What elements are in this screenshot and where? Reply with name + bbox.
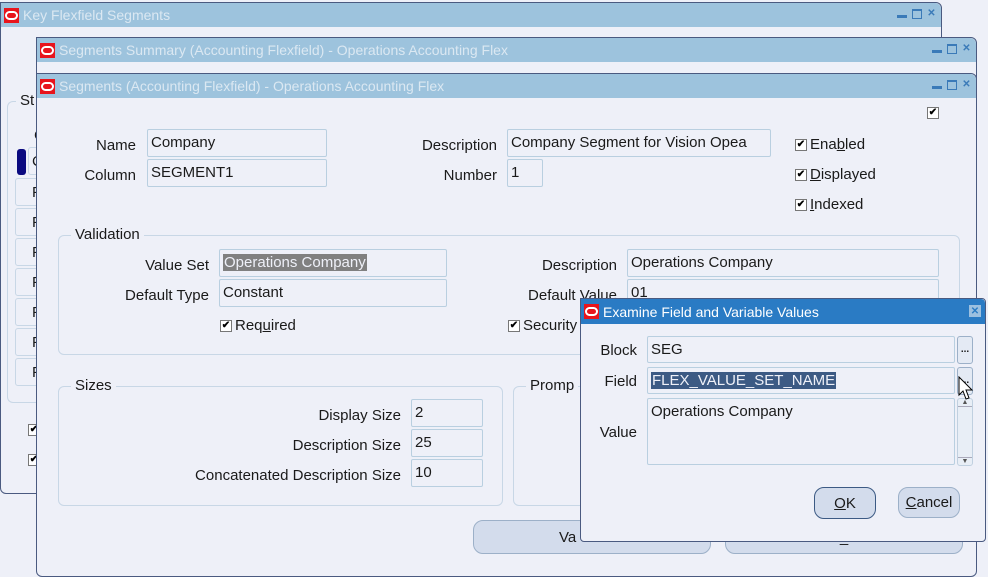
- value-set-label: Value Set: [145, 257, 209, 274]
- prompts-legend: Promp: [526, 377, 579, 394]
- oracle-logo-icon: [40, 42, 55, 58]
- examine-dialog: Examine Field and Variable Values ✕ Bloc…: [580, 298, 986, 542]
- number-field[interactable]: 1: [507, 159, 543, 187]
- required-mnemonic: u: [262, 317, 271, 334]
- ok-button[interactable]: OK: [814, 487, 876, 519]
- required-label-rest: ired: [270, 317, 296, 334]
- indexed-checkbox[interactable]: ✔ Indexed: [795, 196, 863, 213]
- concat-size-label: Concatenated Description Size: [195, 467, 401, 484]
- value-set-selected-text: Operations Company: [223, 254, 367, 271]
- validation-description-label: Description: [541, 257, 617, 274]
- window-title: Segments Summary (Accounting Flexfield) …: [59, 42, 508, 58]
- top-checkbox[interactable]: ✔: [927, 107, 942, 119]
- field-label: Field: [604, 373, 637, 390]
- maximize-icon[interactable]: [946, 79, 957, 90]
- security-label: Security: [523, 317, 578, 334]
- examine-titlebar[interactable]: Examine Field and Variable Values ✕: [581, 299, 985, 324]
- ok-label: K: [845, 494, 856, 512]
- column-field[interactable]: SEGMENT1: [147, 159, 327, 187]
- value-label: Value: [599, 424, 637, 441]
- required-checkbox[interactable]: ✔ Req u ired: [220, 317, 296, 334]
- close-icon[interactable]: ✕: [961, 79, 972, 90]
- check-icon: ✔: [795, 168, 807, 181]
- cancel-mnemonic: C: [905, 494, 917, 511]
- check-icon: ✔: [795, 198, 807, 211]
- enabled-mnemonic: b: [836, 136, 846, 153]
- description-size-label: Description Size: [292, 437, 401, 454]
- minimize-icon[interactable]: [931, 43, 942, 54]
- name-field[interactable]: Company: [147, 129, 327, 157]
- mouse-cursor-icon: [958, 376, 974, 400]
- value-scrollbar[interactable]: ▲ ▼: [957, 398, 973, 466]
- window-title: Key Flexfield Segments: [23, 7, 171, 23]
- block-field[interactable]: SEG: [647, 336, 955, 363]
- window-title: Segments (Accounting Flexfield) - Operat…: [59, 78, 445, 94]
- cancel-label: ancel: [916, 494, 953, 511]
- displayed-label: isplayed: [820, 166, 876, 183]
- oracle-logo-icon: [40, 78, 55, 94]
- scroll-down-icon[interactable]: ▼: [958, 457, 972, 465]
- value-set-field[interactable]: Operations Company: [219, 249, 447, 277]
- check-icon: ✔: [508, 319, 520, 332]
- segments-titlebar[interactable]: Segments (Accounting Flexfield) - Operat…: [37, 74, 976, 98]
- close-icon[interactable]: ✕: [969, 305, 981, 317]
- name-label: Name: [95, 137, 136, 154]
- column-label: Column: [84, 167, 136, 184]
- display-size-label: Display Size: [318, 407, 401, 424]
- close-icon[interactable]: ✕: [961, 43, 972, 54]
- check-icon: ✔: [927, 107, 939, 119]
- number-label: Number: [443, 167, 497, 184]
- structures-legend: St: [16, 92, 39, 109]
- description-size-field[interactable]: 25: [411, 429, 483, 457]
- maximize-icon[interactable]: [911, 8, 922, 19]
- check-icon: ✔: [795, 138, 807, 151]
- default-type-field[interactable]: Constant: [219, 279, 447, 307]
- description-field[interactable]: Company Segment for Vision Opea: [507, 129, 771, 157]
- block-label: Block: [600, 342, 637, 359]
- concat-size-field[interactable]: 10: [411, 459, 483, 487]
- indexed-label: ndexed: [814, 196, 864, 213]
- enabled-label: Ena: [810, 136, 837, 153]
- enabled-label-rest: led: [845, 136, 866, 153]
- field-field[interactable]: FLEX_VALUE_SET_NAME: [647, 367, 955, 394]
- current-record-indicator[interactable]: [17, 149, 26, 175]
- enabled-checkbox[interactable]: ✔ Ena b led: [795, 136, 865, 153]
- value-textarea[interactable]: Operations Company: [647, 398, 955, 465]
- dialog-title: Examine Field and Variable Values: [603, 303, 819, 320]
- displayed-checkbox[interactable]: ✔ Displayed: [795, 166, 876, 183]
- segments-summary-titlebar[interactable]: Segments Summary (Accounting Flexfield) …: [37, 38, 976, 62]
- field-selected-text: FLEX_VALUE_SET_NAME: [651, 372, 837, 389]
- key-flexfield-titlebar[interactable]: Key Flexfield Segments ✕: [1, 3, 941, 27]
- default-type-label: Default Type: [125, 287, 209, 304]
- oracle-logo-icon: [4, 7, 19, 23]
- ok-mnemonic: O: [834, 494, 846, 512]
- security-checkbox[interactable]: ✔ Security: [508, 317, 577, 334]
- required-label: Req: [235, 317, 263, 334]
- displayed-mnemonic: D: [810, 166, 821, 183]
- cancel-button[interactable]: Cancel: [898, 487, 960, 518]
- sizes-legend: Sizes: [71, 377, 116, 394]
- block-lov-button[interactable]: ...: [957, 336, 973, 364]
- minimize-icon[interactable]: [931, 79, 942, 90]
- check-icon: ✔: [220, 319, 232, 332]
- maximize-icon[interactable]: [946, 43, 957, 54]
- oracle-logo-icon: [584, 304, 599, 319]
- validation-legend: Validation: [71, 226, 144, 243]
- description-label: Description: [421, 137, 497, 154]
- validation-description-field[interactable]: Operations Company: [627, 249, 939, 277]
- display-size-field[interactable]: 2: [411, 399, 483, 427]
- close-icon[interactable]: ✕: [926, 8, 937, 19]
- value-set-button-label: Va: [559, 528, 577, 546]
- minimize-icon[interactable]: [896, 8, 907, 19]
